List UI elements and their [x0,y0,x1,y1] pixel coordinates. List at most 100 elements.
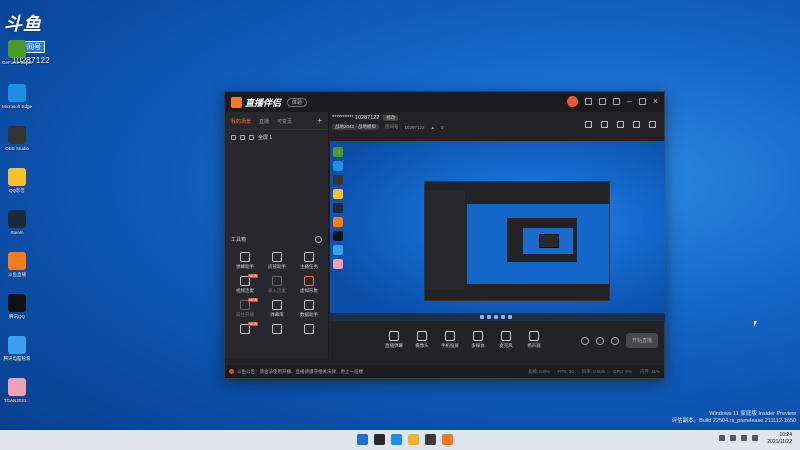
message-icon[interactable] [598,98,606,105]
desktop-icon[interactable]: QQ影音 [2,168,32,193]
start-live-button[interactable]: 开始直播 [625,333,658,348]
new-badge: NEW [248,298,259,302]
stat-item: CPU: 9% [613,368,632,374]
chat-icon[interactable] [617,121,624,128]
toolbox-header: 工具箱 [231,236,322,243]
lock-room-icon[interactable] [601,121,608,128]
tool-item[interactable]: 录入连麦 [261,276,293,294]
lock-icon[interactable] [240,135,245,140]
desktop-icon[interactable]: GeForce Experience [2,40,32,65]
tool-item[interactable]: 虚拟形象 [293,276,325,294]
tool-item[interactable]: NEW [229,322,261,336]
control-label: 摄像头 [415,343,429,348]
control-microphone[interactable]: 麦克风 [492,331,520,349]
volume-icon[interactable] [741,435,747,441]
minimize-icon[interactable]: – [627,97,632,106]
chevron-up-icon[interactable] [719,435,725,441]
control-bar: 直播弹幕 摄像头 手机投屏 多媒体 麦克风 扬声器 开始直播 [330,331,658,355]
desktop-icon[interactable]: TGAN2021... [2,378,32,403]
tab-live[interactable]: 直播 [259,118,269,125]
stream-preview[interactable] [330,141,665,321]
scene-tabs: 我的场景 直播 可变页 + [225,112,328,130]
douyu-taskbar-icon[interactable] [442,434,453,445]
file-explorer-icon[interactable] [408,434,419,445]
close-icon[interactable]: × [653,97,658,106]
start-icon[interactable] [357,434,368,445]
preview-nested-window [424,181,610,301]
notice-text[interactable]: 斗鱼公告：请合法使用开播、直播请遵守相关法律，更上一层楼 [237,369,363,375]
tool-item[interactable] [293,324,325,336]
qqplayer-icon [8,168,26,186]
speaker-icon [529,331,539,341]
tool-icon [304,324,314,334]
stat-item: FPS: 30 [557,368,574,374]
desktop-icon[interactable]: 斗鱼直播 [2,252,32,277]
category-select[interactable]: 战地2042 · 战地模拟 [332,124,380,130]
source-item[interactable]: 全屏 1 [225,130,328,145]
control-label: 多媒体 [471,343,485,348]
task-view-icon[interactable] [374,434,385,445]
new-badge: NEW [248,274,259,278]
tool-item[interactable]: 弹幕助手 [229,252,261,270]
maximize-icon[interactable] [638,98,646,105]
control-speaker[interactable]: 扬声器 [520,331,548,349]
desktop-icon[interactable]: 腾讯QQ [2,294,32,319]
gift-icon[interactable] [584,98,592,105]
stream-stats: 丢帧: 0.0% FPS: 30 码率: 0 kb/s CPU: 9% 内存: 11% [528,369,660,375]
tool-grid: 弹幕助手 房管助手 主播任务 NEW 视频连麦 录入连麦 虚拟形象 NEW 前往开播 弹幕库 数据助… [229,252,325,336]
battery-icon[interactable] [752,435,758,441]
control-multimedia[interactable]: 多媒体 [464,331,492,349]
bell-icon[interactable] [633,121,640,128]
clock[interactable]: 10:24 2021/11/22 [767,432,792,446]
desktop-icon[interactable]: Microsoft Edge [2,84,32,109]
tool-item[interactable]: 房管助手 [261,252,293,270]
eye-icon[interactable] [231,135,236,140]
tool-item[interactable]: 弹幕库 [261,300,293,318]
edit-title-button[interactable]: 修改 [383,115,399,121]
settings-icon[interactable] [612,98,620,105]
left-panel: 我的场景 直播 可变页 + 全屏 1 工具箱 弹幕助手 房管助手 主播任务 NEW 视频… [225,112,329,359]
tool-item[interactable]: 主播任务 [293,252,325,270]
desktop-icon[interactable]: Steam [2,210,32,235]
tab-my-scenes[interactable]: 我的场景 [231,118,251,125]
camera-icon [417,331,427,341]
app-logo-icon [231,96,242,108]
obs-taskbar-icon[interactable] [425,434,436,445]
gear-icon[interactable] [610,336,619,345]
tool-item[interactable]: 数据助手 [293,300,325,318]
desktop-icon[interactable]: 腾讯电脑管家 [2,336,32,361]
add-scene-icon[interactable]: + [317,117,322,125]
tool-icon [272,324,282,334]
screenshot-icon[interactable] [585,121,592,128]
desktop-icon-label: GeForce Experience [2,60,32,65]
control-camera[interactable]: 摄像头 [408,331,436,349]
user-avatar[interactable] [566,96,578,107]
geforce-icon [8,40,26,58]
desktop-icon-label: 斗鱼直播 [8,272,26,277]
share-icon[interactable] [649,121,656,128]
room-title[interactable]: ********** 10287122 [332,115,379,121]
edge-taskbar-icon[interactable] [391,434,402,445]
desktop-icon-label: QQ影音 [8,188,25,193]
network-icon[interactable] [730,435,736,441]
tool-icon [304,300,314,310]
record-icon[interactable] [580,336,589,345]
control-phone-cast[interactable]: 手机投屏 [436,331,464,349]
tool-item[interactable]: NEW 前往开播 [229,298,261,318]
control-barrage[interactable]: 直播弹幕 [380,331,408,349]
version-badge[interactable]: 体验 [287,97,308,107]
title-bar: 直播伴侣 体验 – × [225,92,664,112]
toolbox-more-icon[interactable] [315,236,322,243]
tab-variable[interactable]: 可变页 [277,118,292,125]
windows-watermark: Windows 11 家庭版 Insider Preview 评估副本。Buil… [672,411,796,425]
douyu-live-companion-window: 直播伴侣 体验 – × 我的场景 直播 可变页 + 全屏 1 工具箱 弹幕助手 … [224,91,665,379]
tool-item[interactable] [261,324,293,336]
info-icon[interactable] [595,336,604,345]
tool-item[interactable]: NEW 视频连麦 [229,274,261,294]
tool-icon [240,252,250,262]
desktop-icon[interactable]: OBS Studio [2,126,32,151]
tool-label: 前往开播 [236,312,254,317]
desktop-icon-label: TGAN2021... [3,398,31,403]
control-label: 扬声器 [527,343,541,348]
toolbox-title: 工具箱 [231,237,247,243]
